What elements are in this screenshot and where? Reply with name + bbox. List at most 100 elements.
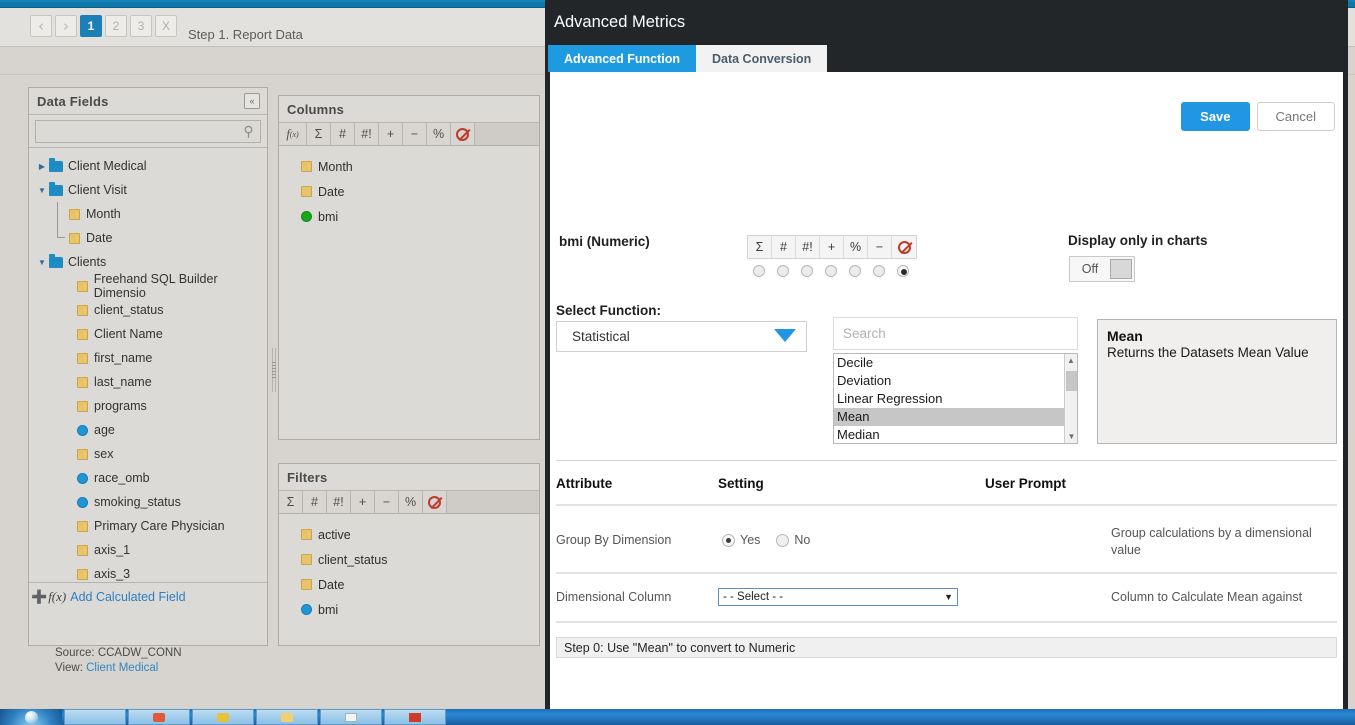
tree-item-sex[interactable]: sex [35, 442, 267, 466]
pager-next-button[interactable]: › [55, 15, 77, 37]
tree-item-axis-1[interactable]: axis_1 [35, 538, 267, 562]
view-link[interactable]: Client Medical [86, 662, 158, 674]
list-item[interactable]: Month [279, 154, 539, 179]
save-button[interactable]: Save [1181, 102, 1250, 131]
no-entry-icon-button[interactable] [892, 236, 916, 258]
function-list-item[interactable]: Median [834, 426, 1077, 443]
percent-icon-button[interactable]: % [399, 491, 423, 513]
function-search-input[interactable]: Search [833, 317, 1078, 350]
data-fields-search-input[interactable] [35, 119, 237, 143]
pager-prev-button[interactable]: ‹ [30, 15, 52, 37]
radio-yes[interactable] [722, 533, 735, 547]
minus-icon-button[interactable]: − [375, 491, 399, 513]
metric-radio-count-distinct[interactable] [795, 265, 819, 277]
tree-item-clients[interactable]: ▼ Clients [35, 250, 267, 274]
tree-item-race-omb[interactable]: race_omb [35, 466, 267, 490]
plus-icon-button[interactable]: + [379, 123, 403, 145]
taskbar-item[interactable] [256, 709, 318, 725]
function-category-select[interactable]: Statistical [556, 321, 807, 352]
sum-icon-button[interactable]: Σ [748, 236, 772, 258]
tab-advanced-function[interactable]: Advanced Function [548, 45, 696, 72]
list-item[interactable]: bmi [279, 204, 539, 229]
function-list-item-selected[interactable]: Mean [834, 408, 1077, 426]
tree-item-client-visit[interactable]: ▼ Client Visit [35, 178, 267, 202]
tab-data-conversion[interactable]: Data Conversion [695, 45, 828, 72]
minus-icon-button[interactable]: − [868, 236, 892, 258]
metric-radio-percent[interactable] [843, 265, 867, 277]
sum-icon-button[interactable]: Σ [307, 123, 331, 145]
tree-item-month[interactable]: Month [35, 202, 267, 226]
pager-page-3[interactable]: 3 [130, 15, 152, 37]
scroll-down-icon[interactable]: ▼ [1065, 430, 1077, 443]
count-icon-button[interactable]: # [772, 236, 796, 258]
list-item[interactable]: active [279, 522, 539, 547]
radio-no[interactable] [776, 533, 790, 547]
metric-radio-none[interactable] [891, 265, 915, 277]
list-item[interactable]: client_status [279, 547, 539, 572]
tree-item-smoking-status[interactable]: smoking_status [35, 490, 267, 514]
tree-item-client-name[interactable]: Client Name [35, 322, 267, 346]
plus-icon-button[interactable]: + [820, 236, 844, 258]
count-distinct-icon-button[interactable]: #! [355, 123, 379, 145]
pager-page-2[interactable]: 2 [105, 15, 127, 37]
search-icon[interactable]: ⚲ [237, 119, 261, 143]
tree-item-primary-care-physician[interactable]: Primary Care Physician [35, 514, 267, 538]
collapse-panel-icon[interactable]: « [244, 93, 260, 109]
percent-icon-button[interactable]: % [427, 123, 451, 145]
taskbar-item[interactable] [192, 709, 254, 725]
no-entry-icon-button[interactable] [423, 491, 447, 513]
percent-icon-button[interactable]: % [844, 236, 868, 258]
function-list-item[interactable]: Decile [834, 354, 1077, 372]
tree-item-client-status[interactable]: client_status [35, 298, 267, 322]
metric-radio-minus[interactable] [867, 265, 891, 277]
columns-panel: Columns f (x) Σ # #! + − % Month Date bm… [278, 95, 540, 440]
taskbar-item[interactable] [128, 709, 190, 725]
metric-radio-count[interactable] [771, 265, 795, 277]
count-icon-button[interactable]: # [303, 491, 327, 513]
function-list[interactable]: Decile Deviation Linear Regression Mean … [833, 353, 1078, 444]
pager-page-1[interactable]: 1 [80, 15, 102, 37]
count-distinct-icon-button[interactable]: #! [796, 236, 820, 258]
chevron-down-icon[interactable] [774, 329, 796, 342]
metric-radio-plus[interactable] [819, 265, 843, 277]
fx-icon-button[interactable]: f (x) [279, 123, 307, 145]
plus-icon-button[interactable]: + [351, 491, 375, 513]
tree-item-client-medical[interactable]: ▶ Client Medical [35, 154, 267, 178]
chevron-down-icon[interactable]: ▼ [35, 258, 49, 267]
chevron-right-icon[interactable]: ▶ [35, 162, 49, 171]
scroll-up-icon[interactable]: ▲ [1065, 354, 1077, 367]
tree-item-last-name[interactable]: last_name [35, 370, 267, 394]
taskbar-item[interactable] [64, 709, 126, 725]
add-calculated-field-button[interactable]: ➕ f(x) Add Calculated Field [29, 582, 267, 610]
list-item[interactable]: bmi [279, 597, 539, 622]
chevron-down-icon[interactable]: ▼ [944, 592, 953, 602]
tree-item-first-name[interactable]: first_name [35, 346, 267, 370]
cancel-button[interactable]: Cancel [1256, 102, 1335, 131]
taskbar-item[interactable] [384, 709, 446, 725]
function-list-item[interactable]: Linear Regression [834, 390, 1077, 408]
minus-icon-button[interactable]: − [403, 123, 427, 145]
tree-item-freehand-sql[interactable]: Freehand SQL Builder Dimensio [35, 272, 267, 300]
count-distinct-icon-button[interactable]: #! [327, 491, 351, 513]
function-list-scrollbar[interactable]: ▲ ▼ [1064, 354, 1077, 443]
display-only-in-charts-toggle[interactable]: Off [1069, 256, 1135, 282]
chevron-down-icon[interactable]: ▼ [35, 186, 49, 195]
dimensional-column-select[interactable]: - - Select - - ▼ [718, 588, 958, 606]
metric-radio-sum[interactable] [747, 265, 771, 277]
scroll-thumb[interactable] [1066, 371, 1077, 391]
no-entry-icon-button[interactable] [451, 123, 475, 145]
tree-item-age[interactable]: age [35, 418, 267, 442]
function-list-item[interactable]: Deviation [834, 372, 1077, 390]
taskbar-item[interactable] [320, 709, 382, 725]
tree-item-date[interactable]: Date [35, 226, 267, 250]
toggle-knob[interactable] [1110, 259, 1132, 279]
panel-splitter[interactable] [271, 348, 277, 392]
sum-icon-button[interactable]: Σ [279, 491, 303, 513]
start-button[interactable] [0, 709, 62, 725]
list-item[interactable]: Date [279, 179, 539, 204]
pager-close-button[interactable]: X [155, 15, 177, 37]
tree-item-axis-3[interactable]: axis_3 [35, 562, 267, 582]
list-item[interactable]: Date [279, 572, 539, 597]
count-icon-button[interactable]: # [331, 123, 355, 145]
tree-item-programs[interactable]: programs [35, 394, 267, 418]
